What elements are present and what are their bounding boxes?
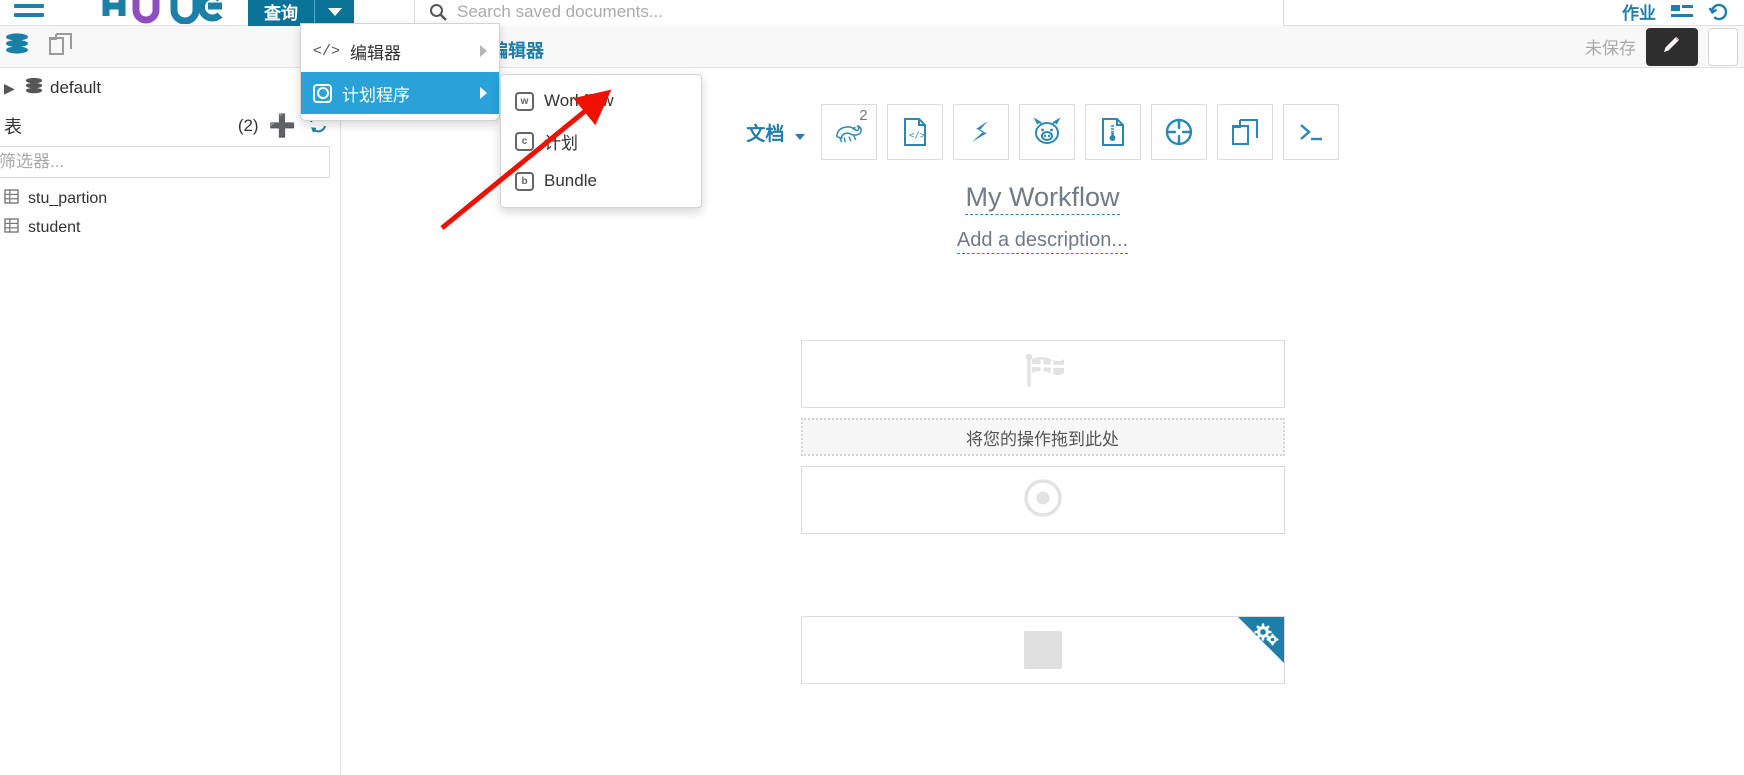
workflow-title-text: My Workflow	[965, 182, 1120, 215]
documents-dropdown-label: 文档	[746, 123, 785, 145]
sidebar-tables-header: 表 (2) ➕	[0, 108, 340, 144]
spark-action-button[interactable]	[952, 104, 1009, 160]
code-document-action-button[interactable]: </>	[886, 104, 943, 160]
app-root: 查询 作业	[0, 0, 1744, 775]
history-icon[interactable]	[1708, 1, 1730, 23]
workflow-description[interactable]: Add a description...	[341, 229, 1744, 254]
list-item[interactable]: student	[0, 213, 340, 242]
menu-item-scheduler[interactable]: 计划程序	[301, 72, 499, 114]
workflow-description-text: Add a description...	[956, 229, 1129, 254]
query-dropdown-menu[interactable]: </> 编辑器 计划程序	[300, 23, 500, 121]
left-sidebar: ▶ default 表 (2) ➕ 筛选器... stu_partion stu…	[0, 68, 341, 775]
table-icon	[4, 188, 19, 209]
subbar-right-group: 未保存	[1585, 27, 1744, 66]
coordinator-icon: c	[515, 131, 534, 151]
workflow-end-node[interactable]	[800, 466, 1285, 534]
table-name: student	[28, 218, 81, 236]
jobs-list-icon[interactable]	[1670, 2, 1694, 22]
tables-count: (2)	[237, 116, 259, 135]
list-item[interactable]: stu_partion	[0, 184, 340, 213]
submenu-item-workflow[interactable]: w Workflow	[501, 81, 701, 121]
nav-right-group: 作业	[1622, 0, 1730, 24]
scheduler-submenu[interactable]: w Workflow c 计划 b Bundle	[500, 74, 702, 208]
database-icon[interactable]	[4, 31, 30, 62]
workflow-icon: w	[515, 91, 534, 111]
scheduler-icon	[313, 83, 332, 103]
table-name: stu_partion	[28, 189, 108, 207]
search-saved-documents[interactable]	[414, 0, 1284, 29]
top-navigation-bar: 查询 作业	[0, 0, 1744, 29]
java-jar-action-button[interactable]	[1084, 104, 1141, 160]
documents-icon[interactable]	[48, 31, 74, 62]
secondary-toolbar: 编辑器 未保存	[0, 26, 1744, 68]
chevron-right-icon: ▶	[4, 79, 15, 96]
jobs-link[interactable]: 作业	[1622, 0, 1656, 24]
pencil-icon	[1661, 33, 1683, 60]
svg-text:</>: </>	[909, 131, 926, 141]
hue-logo[interactable]	[102, 0, 226, 29]
panel-toggle-button[interactable]	[1708, 27, 1738, 66]
subbar-left-icons	[0, 31, 354, 62]
bundle-icon: b	[515, 171, 534, 191]
stop-square-icon	[1023, 631, 1062, 669]
bundle-icon-badge: b	[521, 175, 528, 187]
menu-item-scheduler-label: 计划程序	[342, 85, 410, 105]
submenu-item-workflow-label: Workflow	[544, 91, 614, 110]
workflow-start-node[interactable]	[800, 340, 1285, 408]
submenu-item-coordinator[interactable]: c 计划	[501, 121, 701, 161]
target-circle-icon	[1022, 477, 1064, 524]
hive-badge: 2	[859, 107, 868, 124]
dropzone-label: 将您的操作拖到此处	[966, 429, 1119, 449]
gears-icon[interactable]	[1253, 621, 1280, 652]
code-icon: </>	[313, 42, 341, 60]
hive-action-button[interactable]: 2	[820, 104, 877, 160]
chevron-right-icon	[480, 87, 487, 99]
submenu-item-bundle[interactable]: b Bundle	[501, 161, 701, 201]
coordinator-icon-badge: c	[521, 135, 528, 147]
documents-dropdown[interactable]: 文档	[746, 119, 805, 146]
database-icon	[24, 76, 44, 101]
workflow-icon-badge: w	[520, 95, 529, 107]
search-input[interactable]	[415, 0, 1283, 28]
table-icon	[4, 217, 19, 238]
menu-item-editor-label: 编辑器	[350, 43, 402, 63]
filter-input[interactable]	[0, 147, 329, 177]
workflow-dropzone[interactable]: 将您的操作拖到此处	[800, 418, 1285, 456]
distcp-copy-action-button[interactable]	[1216, 104, 1273, 160]
database-name: default	[50, 78, 102, 97]
table-list: stu_partion student	[0, 184, 340, 242]
chevron-down-icon	[794, 133, 805, 140]
submenu-item-coordinator-label: 计划	[544, 133, 578, 153]
pig-action-button[interactable]	[1018, 104, 1075, 160]
sidebar-database-row[interactable]: ▶ default	[0, 68, 340, 108]
flag-checkered-icon	[1020, 349, 1066, 400]
tables-label: 表	[4, 117, 22, 137]
edit-button[interactable]	[1646, 27, 1698, 66]
plus-icon[interactable]: ➕	[269, 113, 296, 139]
terminal-action-button[interactable]	[1282, 104, 1339, 160]
hamburger-icon[interactable]	[14, 0, 44, 23]
submenu-item-bundle-label: Bundle	[544, 171, 597, 190]
chevron-right-icon	[480, 45, 487, 57]
shell-circle-action-button[interactable]	[1150, 104, 1207, 160]
chevron-down-icon	[327, 7, 342, 16]
unsaved-status: 未保存	[1585, 39, 1636, 58]
menu-item-editor[interactable]: </> 编辑器	[301, 30, 499, 72]
table-filter[interactable]	[0, 146, 330, 178]
workflow-kill-node[interactable]	[800, 616, 1285, 684]
